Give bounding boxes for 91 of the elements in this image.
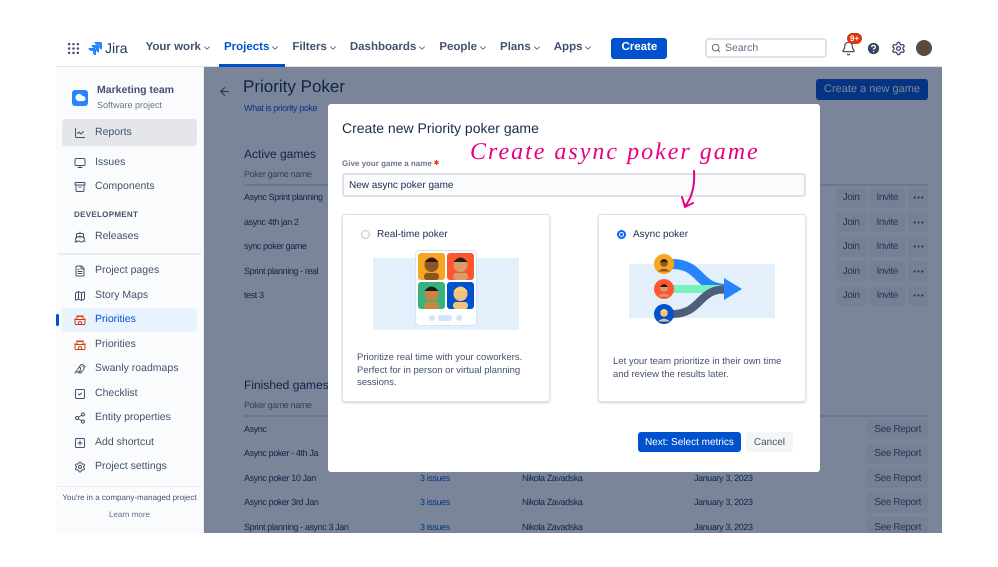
sidebar-item[interactable]: Checklist	[62, 381, 197, 406]
modal-title: Create new Priority poker game	[342, 119, 540, 138]
option-label: Async poker	[633, 228, 688, 242]
search-field[interactable]: Search	[705, 38, 827, 58]
settings-icon[interactable]	[891, 40, 906, 56]
logo-text: Jira	[105, 38, 128, 58]
nav-menu-item[interactable]: Filters	[287, 30, 343, 66]
table-cell: January 3, 2023	[694, 520, 753, 533]
nav-menu-item[interactable]: Projects	[218, 30, 286, 66]
sidebar-item[interactable]: Reports	[62, 119, 197, 146]
table-cell-text: Async poker - 4th Ja	[244, 447, 320, 460]
column-header: Poker game name	[244, 168, 312, 181]
table-cell-text: January 3, 2023	[694, 496, 753, 509]
sidebar-item[interactable]: Add shortcut	[62, 430, 197, 455]
create-button[interactable]: Create	[611, 38, 668, 58]
notification-icon[interactable]	[841, 40, 856, 56]
section-heading: Active games	[244, 146, 316, 162]
table-cell-text: Async Sprint planning	[244, 191, 323, 204]
nav-menu-item[interactable]: Dashboards	[344, 30, 432, 66]
project-avatar-icon	[72, 90, 88, 106]
project-type-note: You're in a company-managed project	[62, 492, 197, 504]
table-cell-text: Nikola Zavadska	[522, 472, 584, 484]
sidebar-item[interactable]: Story Maps	[62, 283, 197, 308]
map-icon	[74, 290, 86, 302]
field-label: Give your game a name	[342, 158, 432, 170]
sidebar-item[interactable]: Releases	[62, 224, 197, 249]
table-cell-text: Nikola Zavadska	[522, 520, 584, 533]
user-avatar[interactable]	[916, 40, 932, 56]
table-cell-text: Async	[244, 422, 268, 436]
next-button[interactable]: Next: Select metrics	[638, 432, 741, 452]
notification-badge: 9+	[847, 32, 862, 44]
project-type: Software project	[97, 98, 164, 112]
castle-icon	[74, 314, 86, 326]
selection-indicator	[56, 314, 59, 326]
nav-menu-item[interactable]: Plans	[495, 30, 547, 66]
table-cell-text: Sprint planning - async 3 Jan	[244, 520, 350, 533]
chart-icon	[74, 126, 86, 139]
more-options-button[interactable]	[908, 188, 928, 208]
network-icon	[74, 412, 86, 424]
table-cell-text: sync poker game	[244, 240, 307, 253]
game-type-card[interactable]: Async poker Let your team prioritize in their own time and review the results later.	[598, 214, 806, 402]
more-options-button[interactable]	[908, 261, 928, 282]
handwritten-annotation: Create async poker game	[470, 138, 760, 167]
add-square-icon	[74, 436, 86, 448]
option-description: Let your team prioritize in their own time and review the results later.	[613, 356, 782, 381]
nav-menu-item[interactable]: Your work	[140, 30, 217, 66]
settings-icon	[74, 461, 86, 473]
sidebar-item[interactable]: Swanly roadmaps	[62, 356, 197, 382]
app-switcher-icon[interactable]	[66, 40, 81, 56]
page-title: Priority Poker	[243, 76, 346, 98]
document-icon	[74, 265, 86, 277]
castle-icon	[74, 338, 86, 350]
column-header: Poker game name	[244, 399, 312, 412]
sidebar-item[interactable]: Priorities	[62, 332, 197, 357]
more-options-button[interactable]	[908, 286, 928, 306]
sidebar-section-heading: DEVELOPMENT	[73, 209, 140, 222]
monitor-icon	[74, 156, 86, 168]
sidebar-item[interactable]: Issues	[62, 150, 197, 175]
more-options-button[interactable]	[908, 212, 928, 232]
radio-button[interactable]	[361, 230, 370, 239]
game-name-field[interactable]: New async poker game	[342, 173, 806, 197]
option-description: Prioritize real time with your coworkers. Perfect for in person or virtual planning sessions.	[357, 352, 524, 390]
logo-icon	[88, 41, 102, 55]
sidebar-item[interactable]: Components	[62, 174, 197, 200]
table-cell: January 3, 2023	[694, 472, 753, 485]
sidebar-item[interactable]: Project pages	[62, 258, 197, 284]
checkbox-icon	[74, 388, 86, 400]
sidebar-item[interactable]: Project settings	[62, 454, 197, 480]
table-cell-text: test 3	[244, 289, 264, 302]
table-cell-text: Async poker 10 Jan	[244, 472, 317, 485]
back-arrow-icon[interactable]	[218, 85, 231, 98]
ship-icon	[74, 230, 86, 242]
table-cell-text: Nikola Zavadska	[522, 496, 584, 509]
table-cell-text: Async poker 3rd Jan	[244, 496, 320, 509]
section-heading: Finished games	[244, 377, 329, 394]
game-type-card[interactable]: Real-time poker Prioritize real time with your coworkers. Perfect for in person or virtual planning sessions.	[342, 214, 550, 402]
cancel-button[interactable]: Cancel	[746, 432, 793, 452]
sidebar-item[interactable]: Entity properties	[62, 406, 197, 430]
bird-icon	[74, 363, 86, 375]
nav-menu-item[interactable]: People	[434, 30, 494, 66]
radio-button[interactable]	[617, 230, 626, 239]
help-icon[interactable]	[866, 40, 881, 56]
option-label: Real-time poker	[377, 228, 448, 242]
nav-menu-item[interactable]: Apps	[548, 30, 598, 66]
box-icon	[74, 181, 86, 193]
learn-more-link[interactable]: Learn more	[109, 509, 150, 522]
more-options-button[interactable]	[908, 236, 928, 257]
project-name: Marketing team	[97, 83, 174, 98]
table-cell: Sprint planning - real	[244, 264, 318, 278]
table-cell: async 4th jan 2	[244, 216, 299, 229]
search-icon	[711, 43, 721, 53]
